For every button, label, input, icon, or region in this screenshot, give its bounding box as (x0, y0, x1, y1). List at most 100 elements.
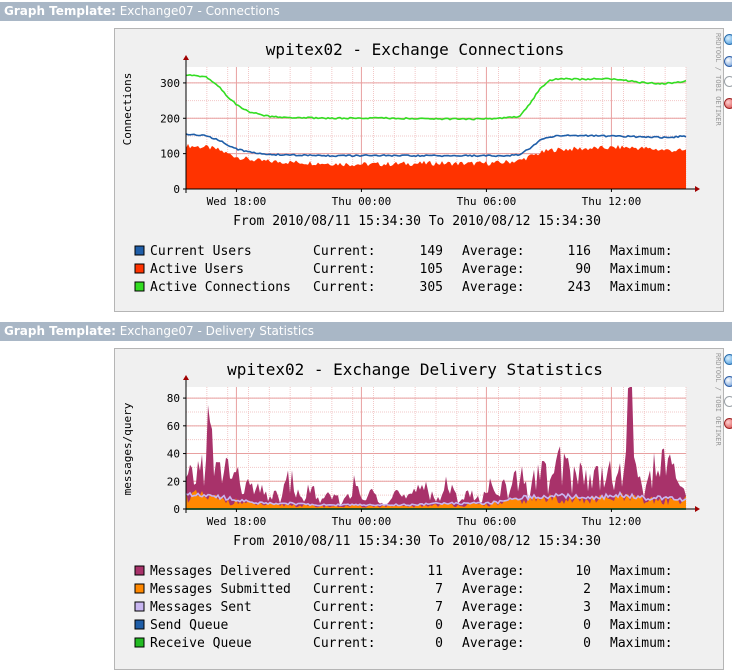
legend-series-name: Messages Sent (150, 600, 252, 615)
graph-template-label: Graph Template: (4, 4, 116, 18)
legend-current-label: Current: (313, 564, 376, 579)
legend-current-value: 305 (420, 280, 443, 295)
y-tick-label: 80 (167, 392, 180, 405)
legend-swatch (134, 619, 145, 630)
legend-maximum-label: Maximum: (610, 618, 673, 633)
y-axis-arrow (183, 55, 189, 60)
legend-current-value: 0 (435, 636, 443, 651)
y-axis-arrow (183, 375, 189, 380)
legend-current-value: 7 (435, 600, 443, 615)
delivery-statistics-graph[interactable]: wpitex02 - Exchange Delivery Statistics … (114, 348, 724, 670)
x-tick-label: Thu 06:00 (457, 195, 517, 208)
legend-maximum-label: Maximum: (610, 262, 673, 277)
rrdtool-watermark: RRDTOOL / TOBI OETIKER (714, 33, 722, 127)
legend-swatch (134, 281, 145, 292)
legend-maximum-label: Maximum: (610, 636, 673, 651)
y-axis-label: messages/query (121, 402, 134, 495)
plot-area: 0 20 40 60 80 Wed 18:00 Thu 00:00 Thu 06:00 Thu … (167, 375, 700, 528)
legend-average-value: 116 (568, 244, 591, 259)
y-tick-label: 0 (173, 183, 180, 196)
legend-current-value: 11 (427, 564, 443, 579)
date-range: From 2010/08/11 15:34:30 To 2010/08/12 1… (233, 534, 601, 549)
legend-current-value: 7 (435, 582, 443, 597)
x-tick-label: Wed 18:00 (207, 515, 267, 528)
legend-maximum-label: Maximum: (610, 582, 673, 597)
legend-current-label: Current: (313, 582, 376, 597)
delivery-statistics-graph-svg: wpitex02 - Exchange Delivery Statistics … (121, 353, 722, 651)
legend-current-value: 105 (420, 262, 443, 277)
legend-maximum-label: Maximum: (610, 280, 673, 295)
x-tick-label: Thu 06:00 (457, 515, 517, 528)
legend-swatch (134, 263, 145, 274)
legend-current-label: Current: (313, 280, 376, 295)
legend-current-label: Current: (313, 600, 376, 615)
legend-current-label: Current: (313, 244, 376, 259)
legend-average-value: 3 (583, 600, 591, 615)
legend-current-label: Current: (313, 262, 376, 277)
legend-series-name: Current Users (150, 244, 252, 259)
legend-average-label: Average: (462, 564, 525, 579)
graph-title: wpitex02 - Exchange Delivery Statistics (227, 360, 603, 379)
y-tick-label: 0 (173, 503, 180, 516)
legend-swatch (134, 565, 145, 576)
legend-series-name: Messages Delivered (150, 564, 291, 579)
x-tick-label: Thu 12:00 (582, 195, 642, 208)
legend: Messages Delivered Current: 11 Average: 10 Ma… (134, 564, 673, 651)
checkbox-icon[interactable] (724, 76, 732, 87)
legend-average-value: 0 (583, 618, 591, 633)
delete-icon[interactable] (724, 98, 732, 109)
zoom-icon[interactable] (724, 34, 732, 45)
legend-swatch (134, 637, 145, 648)
legend-average-value: 0 (583, 636, 591, 651)
y-tick-label: 300 (160, 77, 180, 90)
legend-current-value: 0 (435, 618, 443, 633)
legend-swatch (134, 245, 145, 256)
info-icon[interactable] (724, 56, 732, 67)
rrdtool-watermark: RRDTOOL / TOBI OETIKER (714, 353, 722, 447)
legend-series-name: Active Users (150, 262, 244, 277)
y-axis-label: Connections (121, 73, 134, 146)
legend-current-value: 149 (420, 244, 443, 259)
x-tick-label: Wed 18:00 (207, 195, 267, 208)
legend-current-label: Current: (313, 636, 376, 651)
legend-average-value: 243 (568, 280, 591, 295)
legend-series-name: Active Connections (150, 280, 291, 295)
graph-template-name: Exchange07 - Delivery Statistics (119, 324, 315, 338)
y-tick-label: 20 (167, 475, 180, 488)
graph-template-name: Exchange07 - Connections (119, 4, 280, 18)
graph-template-header-connections: Graph Template: Exchange07 - Connections (0, 2, 732, 21)
legend-average-label: Average: (462, 244, 525, 259)
x-axis-arrow (695, 186, 700, 192)
legend-average-label: Average: (462, 582, 525, 597)
legend-swatch (134, 601, 145, 612)
x-tick-label: Thu 00:00 (332, 515, 392, 528)
legend: Current Users Current: 149 Average: 116 Maxim… (134, 244, 673, 295)
legend-average-label: Average: (462, 600, 525, 615)
y-tick-label: 200 (160, 112, 180, 125)
x-tick-label: Thu 00:00 (332, 195, 392, 208)
legend-maximum-label: Maximum: (610, 564, 673, 579)
delete-icon[interactable] (724, 418, 732, 429)
checkbox-icon[interactable] (724, 396, 732, 407)
legend-current-label: Current: (313, 618, 376, 633)
legend-average-label: Average: (462, 262, 525, 277)
legend-average-label: Average: (462, 618, 525, 633)
legend-series-name: Messages Submitted (150, 582, 291, 597)
legend-series-name: Receive Queue (150, 636, 252, 651)
x-axis-arrow (695, 506, 700, 512)
connections-graph[interactable]: wpitex02 - Exchange Connections Connecti… (114, 28, 724, 312)
legend-maximum-label: Maximum: (610, 600, 673, 615)
legend-average-value: 90 (575, 262, 591, 277)
legend-swatch (134, 583, 145, 594)
legend-series-name: Send Queue (150, 618, 228, 633)
info-icon[interactable] (724, 376, 732, 387)
y-tick-label: 100 (160, 148, 180, 161)
graph-template-label: Graph Template: (4, 324, 116, 338)
zoom-icon[interactable] (724, 354, 732, 365)
connections-graph-svg: wpitex02 - Exchange Connections Connecti… (121, 33, 722, 295)
y-tick-label: 60 (167, 420, 180, 433)
legend-average-label: Average: (462, 280, 525, 295)
graph-title: wpitex02 - Exchange Connections (266, 40, 565, 59)
date-range: From 2010/08/11 15:34:30 To 2010/08/12 1… (233, 214, 601, 229)
legend-average-label: Average: (462, 636, 525, 651)
